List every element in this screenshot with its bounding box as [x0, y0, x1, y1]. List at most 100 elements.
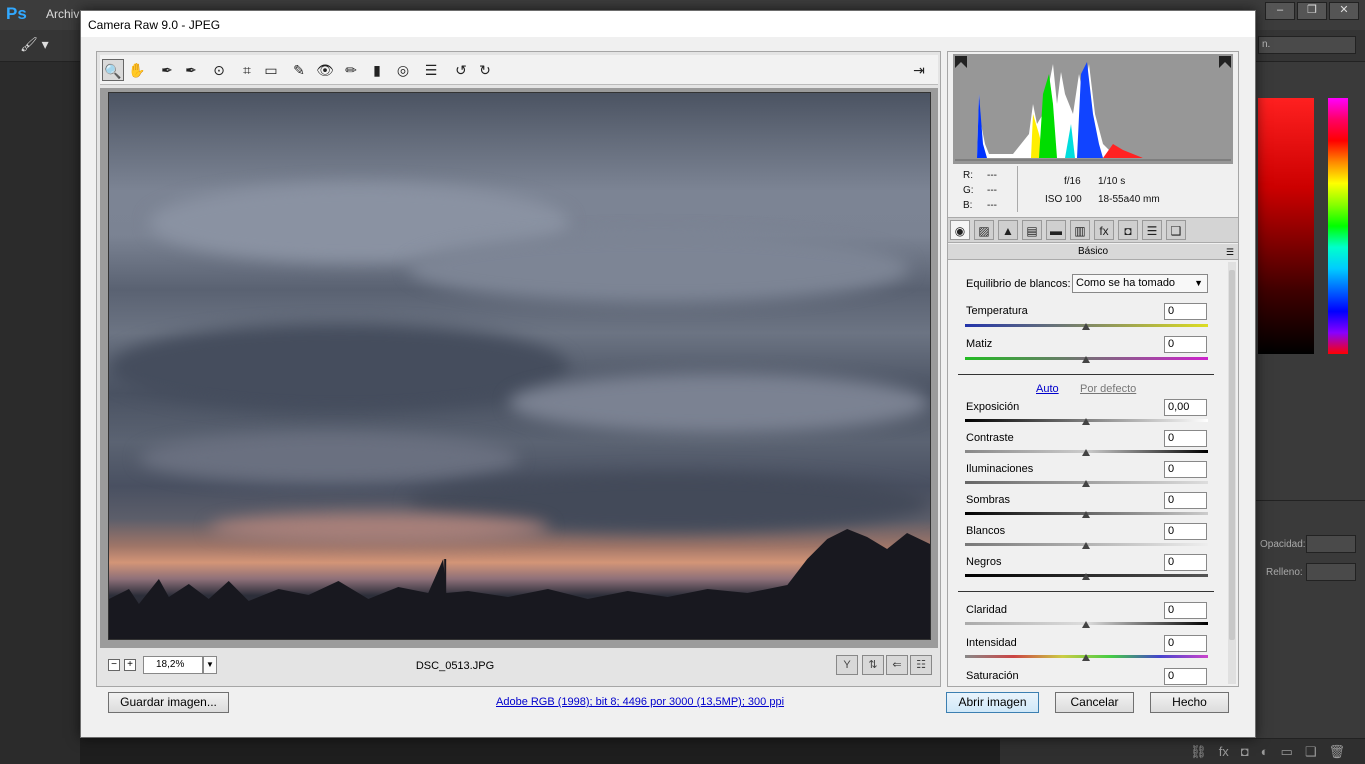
- color-picker-field[interactable]: [1258, 98, 1314, 354]
- slider-knob[interactable]: [1082, 449, 1090, 456]
- panel-title: Básico: [1077, 246, 1108, 257]
- targeted-adjustment-tool-icon[interactable]: ⊙: [208, 59, 230, 81]
- slider-knob[interactable]: [1082, 542, 1090, 549]
- hand-tool-icon[interactable]: ✋: [126, 59, 148, 81]
- open-image-button[interactable]: Abrir imagen: [946, 692, 1039, 713]
- copy-settings-icon[interactable]: ⇐: [886, 655, 908, 675]
- exposure-field[interactable]: 0,00: [1164, 399, 1207, 416]
- slider-knob[interactable]: [1082, 323, 1090, 330]
- blacks-field[interactable]: 0: [1164, 554, 1207, 571]
- tab-presets-icon[interactable]: ☰: [1142, 220, 1162, 240]
- photo-preview[interactable]: [108, 92, 931, 640]
- layers-footer: ⛓ fx ◘ ◐ ▭ ❑ 🗑: [1000, 738, 1365, 764]
- minimize-button[interactable]: –: [1265, 2, 1295, 20]
- tab-snapshots-icon[interactable]: ❑: [1166, 220, 1186, 240]
- preferences-icon[interactable]: ☰: [420, 59, 442, 81]
- tab-detail-icon[interactable]: ▲: [998, 220, 1018, 240]
- restore-button[interactable]: ❐: [1297, 2, 1327, 20]
- preview-area: 🔍 ✋ ✒ ✒ ⊙ ⌗ ▭ ✎ 👁 ✏ ▮ ◎ ☰ ↺ ↻ ⇥ − + 18,2…: [96, 51, 941, 687]
- link-layers-icon[interactable]: ⛓: [1190, 744, 1207, 760]
- panel-menu-icon[interactable]: ☰: [1226, 245, 1234, 260]
- clarity-field[interactable]: 0: [1164, 602, 1207, 619]
- graduated-filter-tool-icon[interactable]: ▮: [366, 59, 388, 81]
- color-hue-strip[interactable]: [1328, 98, 1348, 354]
- fullscreen-icon[interactable]: ⇥: [908, 59, 930, 81]
- fx-icon[interactable]: fx: [1219, 744, 1229, 760]
- tab-camera-calibration-icon[interactable]: ◘: [1118, 220, 1138, 240]
- radial-filter-tool-icon[interactable]: ◎: [392, 59, 414, 81]
- slider-label: Temperatura: [966, 305, 1028, 317]
- new-layer-icon[interactable]: ❑: [1305, 744, 1317, 760]
- tab-hsl-icon[interactable]: ▤: [1022, 220, 1042, 240]
- before-after-icon[interactable]: Y: [836, 655, 858, 675]
- r-label: R:: [963, 170, 973, 181]
- default-link[interactable]: Por defecto: [1080, 383, 1136, 395]
- close-button[interactable]: ✕: [1329, 2, 1359, 20]
- tab-basic-icon[interactable]: ◉: [950, 220, 970, 240]
- whites-field[interactable]: 0: [1164, 523, 1207, 540]
- slider-knob[interactable]: [1082, 621, 1090, 628]
- slider-knob[interactable]: [1082, 480, 1090, 487]
- divider: [958, 591, 1214, 592]
- new-group-icon[interactable]: ▭: [1281, 744, 1293, 760]
- zoom-level-field[interactable]: 18,2%: [143, 656, 203, 674]
- mask-icon[interactable]: ◘: [1241, 744, 1249, 760]
- slider-label: Negros: [966, 556, 1002, 568]
- tab-split-toning-icon[interactable]: ▬: [1046, 220, 1066, 240]
- highlights-field[interactable]: 0: [1164, 461, 1207, 478]
- divider: [958, 374, 1214, 375]
- tab-lens-icon[interactable]: ▥: [1070, 220, 1090, 240]
- cancel-button[interactable]: Cancelar: [1055, 692, 1134, 713]
- done-button[interactable]: Hecho: [1150, 692, 1229, 713]
- brush-tool-icon[interactable]: 🖌 ▾: [20, 36, 49, 53]
- shadows-field[interactable]: 0: [1164, 492, 1207, 509]
- g-value: ---: [987, 185, 997, 196]
- fill-field[interactable]: [1306, 563, 1356, 581]
- zoom-in-button[interactable]: +: [124, 659, 136, 671]
- slider-knob[interactable]: [1082, 573, 1090, 580]
- vibrance-field[interactable]: 0: [1164, 635, 1207, 652]
- ps-options-select[interactable]: n.: [1258, 36, 1356, 54]
- rotate-left-icon[interactable]: ↺: [450, 59, 472, 81]
- adjustment-brush-tool-icon[interactable]: ✏: [340, 59, 362, 81]
- color-sampler-tool-icon[interactable]: ✒: [180, 59, 202, 81]
- auto-link[interactable]: Auto: [1036, 383, 1059, 395]
- trash-icon[interactable]: 🗑: [1328, 744, 1345, 760]
- slider-knob[interactable]: [1082, 356, 1090, 363]
- tint-field[interactable]: 0: [1164, 336, 1207, 353]
- slider-label: Saturación: [966, 670, 1019, 682]
- basic-panel: Equilibrio de blancos: Como se ha tomado…: [948, 261, 1226, 686]
- chevron-down-icon: ▼: [1194, 278, 1203, 288]
- white-balance-label: Equilibrio de blancos:: [966, 278, 1071, 290]
- workflow-options-link[interactable]: Adobe RGB (1998); bit 8; 4496 por 3000 (…: [496, 696, 784, 708]
- white-balance-tool-icon[interactable]: ✒: [156, 59, 178, 81]
- panel-scrollbar[interactable]: [1228, 262, 1236, 684]
- tab-effects-icon[interactable]: fx: [1094, 220, 1114, 240]
- zoom-out-button[interactable]: −: [108, 659, 120, 671]
- toggle-settings-icon[interactable]: ☷: [910, 655, 932, 675]
- zoom-tool-icon[interactable]: 🔍: [102, 59, 124, 81]
- scrollbar-thumb[interactable]: [1229, 270, 1235, 640]
- swap-settings-icon[interactable]: ⇅: [862, 655, 884, 675]
- saturation-field[interactable]: 0: [1164, 668, 1207, 685]
- white-balance-select[interactable]: Como se ha tomado ▼: [1072, 274, 1208, 293]
- save-image-button[interactable]: Guardar imagen...: [108, 692, 229, 713]
- menu-item-archivo[interactable]: Archiv: [46, 7, 79, 21]
- spot-removal-tool-icon[interactable]: ✎: [288, 59, 310, 81]
- opacity-field[interactable]: [1306, 535, 1356, 553]
- slider-knob[interactable]: [1082, 654, 1090, 661]
- slider-knob[interactable]: [1082, 418, 1090, 425]
- temperature-field[interactable]: 0: [1164, 303, 1207, 320]
- red-eye-tool-icon[interactable]: 👁: [314, 59, 336, 81]
- slider-knob[interactable]: [1082, 511, 1090, 518]
- crop-tool-icon[interactable]: ⌗: [236, 59, 258, 81]
- zoom-dropdown-icon[interactable]: ▼: [203, 656, 217, 674]
- slider-label: Iluminaciones: [966, 463, 1034, 475]
- contrast-field[interactable]: 0: [1164, 430, 1207, 447]
- rotate-right-icon[interactable]: ↻: [474, 59, 496, 81]
- pixel-info: R: --- G: --- B: --- f/16 1/10 s ISO 100…: [953, 164, 1233, 216]
- straighten-tool-icon[interactable]: ▭: [260, 59, 282, 81]
- adjustment-layer-icon[interactable]: ◐: [1261, 744, 1269, 760]
- g-label: G:: [963, 185, 974, 196]
- tab-tone-curve-icon[interactable]: ▨: [974, 220, 994, 240]
